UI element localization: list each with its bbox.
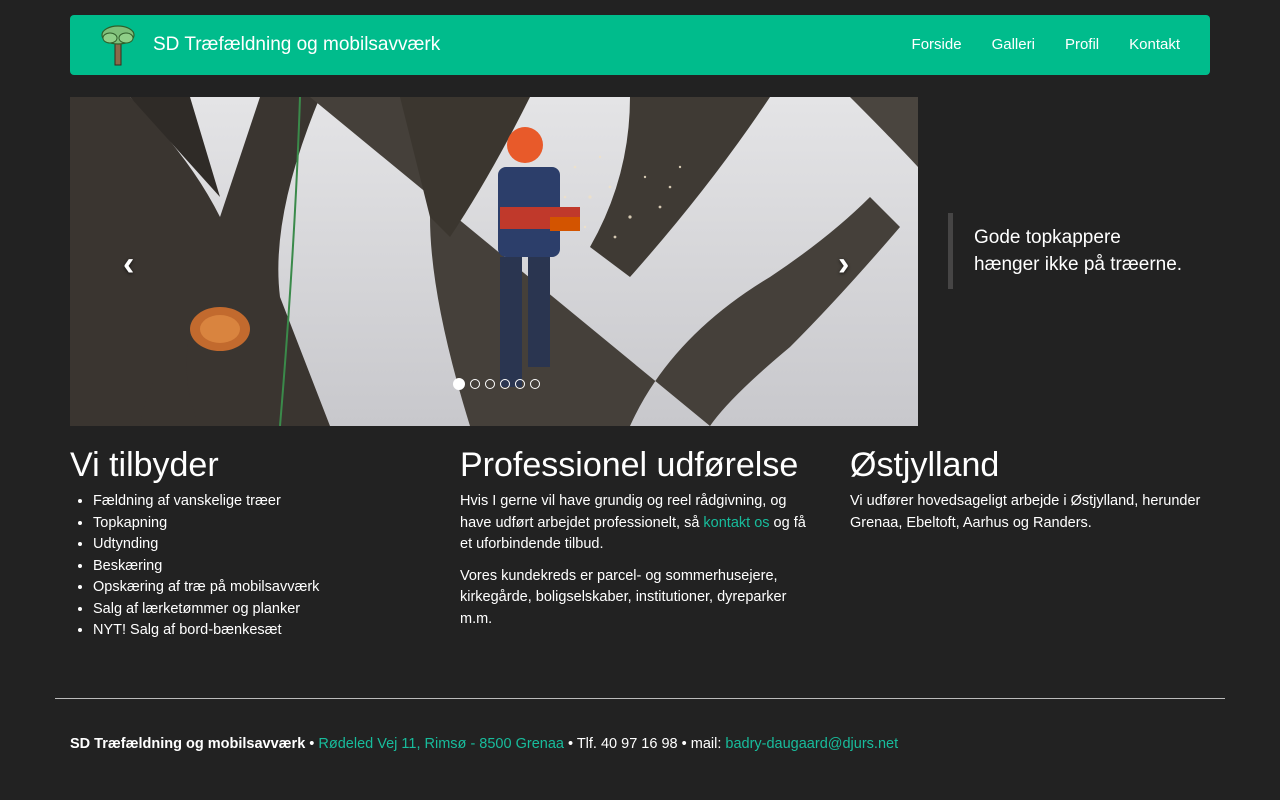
footer: SD Træfældning og mobilsavværk • Rødeled…	[70, 734, 898, 755]
carousel-indicator-4[interactable]	[499, 379, 510, 389]
main-nav: Forside Galleri Profil Kontakt	[897, 15, 1195, 75]
carousel-slide-image	[70, 97, 918, 426]
footer-separator: •	[305, 736, 319, 752]
list-item: Salg af lærketømmer og planker	[93, 599, 430, 621]
image-carousel: ‹ ›	[70, 97, 918, 426]
list-item: NYT! Salg af bord-bænkesæt	[93, 620, 430, 642]
footer-divider	[55, 698, 1225, 699]
nav-link-kontakt[interactable]: Kontakt	[1114, 15, 1195, 75]
region-text: Vi udfører hovedsageligt arbejde i Østjy…	[850, 493, 1201, 531]
carousel-indicator-1[interactable]	[452, 378, 465, 390]
professional-paragraph-2: Vores kundekreds er parcel- og sommerhus…	[460, 567, 787, 627]
professional-section: Professionel udførelse Hvis I gerne vil …	[460, 445, 820, 640]
region-heading: Østjylland	[850, 446, 1000, 484]
footer-address-link[interactable]: Rødeled Vej 11, Rimsø - 8500 Grenaa	[318, 736, 564, 752]
carousel-indicator-2[interactable]	[469, 379, 480, 389]
footer-separator: •	[563, 736, 577, 752]
contact-link[interactable]: kontakt os	[703, 515, 769, 531]
offer-heading: Vi tilbyder	[70, 446, 219, 484]
nav-link-forside[interactable]: Forside	[897, 15, 977, 75]
list-item: Fældning af vanskelige træer	[93, 491, 430, 513]
footer-email-link[interactable]: badry-daugaard@djurs.net	[725, 736, 898, 752]
tagline-text: Gode topkappere hænger ikke på træerne.	[974, 224, 1182, 278]
footer-separator: •	[677, 736, 691, 752]
region-section: Østjylland Vi udfører hovedsageligt arbe…	[850, 445, 1210, 544]
list-item: Beskæring	[93, 556, 430, 578]
carousel-indicators	[450, 378, 542, 390]
offer-list: Fældning af vanskelige træer Topkapning …	[93, 491, 430, 642]
offer-section: Vi tilbyder Fældning af vanskelige træer…	[70, 445, 430, 642]
list-item: Topkapning	[93, 513, 430, 535]
tree-logo-icon	[101, 25, 135, 66]
navbar: SD Træfældning og mobilsavværk Forside G…	[70, 15, 1210, 75]
tagline-line-2: hænger ikke på træerne.	[974, 254, 1183, 275]
nav-link-galleri[interactable]: Galleri	[977, 15, 1050, 75]
list-item: Opskæring af træ på mobilsavværk	[93, 577, 430, 599]
professional-heading: Professionel udførelse	[460, 446, 799, 484]
chevron-left-icon[interactable]: ‹	[123, 247, 134, 281]
carousel-indicator-6[interactable]	[529, 379, 540, 389]
tagline-quote: Gode topkappere hænger ikke på træerne.	[948, 213, 1210, 289]
chevron-right-icon[interactable]: ›	[838, 247, 849, 281]
carousel-indicator-3[interactable]	[484, 379, 495, 389]
list-item: Udtynding	[93, 534, 430, 556]
brand-name: SD Træfældning og mobilsavværk	[153, 34, 441, 56]
carousel-indicator-5[interactable]	[514, 379, 525, 389]
brand-link[interactable]: SD Træfældning og mobilsavværk	[100, 15, 440, 75]
footer-company: SD Træfældning og mobilsavværk	[70, 736, 306, 752]
footer-phone: Tlf. 40 97 16 98	[576, 736, 678, 752]
nav-link-profil[interactable]: Profil	[1050, 15, 1114, 75]
tagline-line-1: Gode topkappere	[974, 227, 1121, 248]
footer-mail-label: mail:	[690, 736, 722, 752]
professional-paragraph-1: Hvis I gerne vil have grundig og reel rå…	[460, 491, 820, 556]
